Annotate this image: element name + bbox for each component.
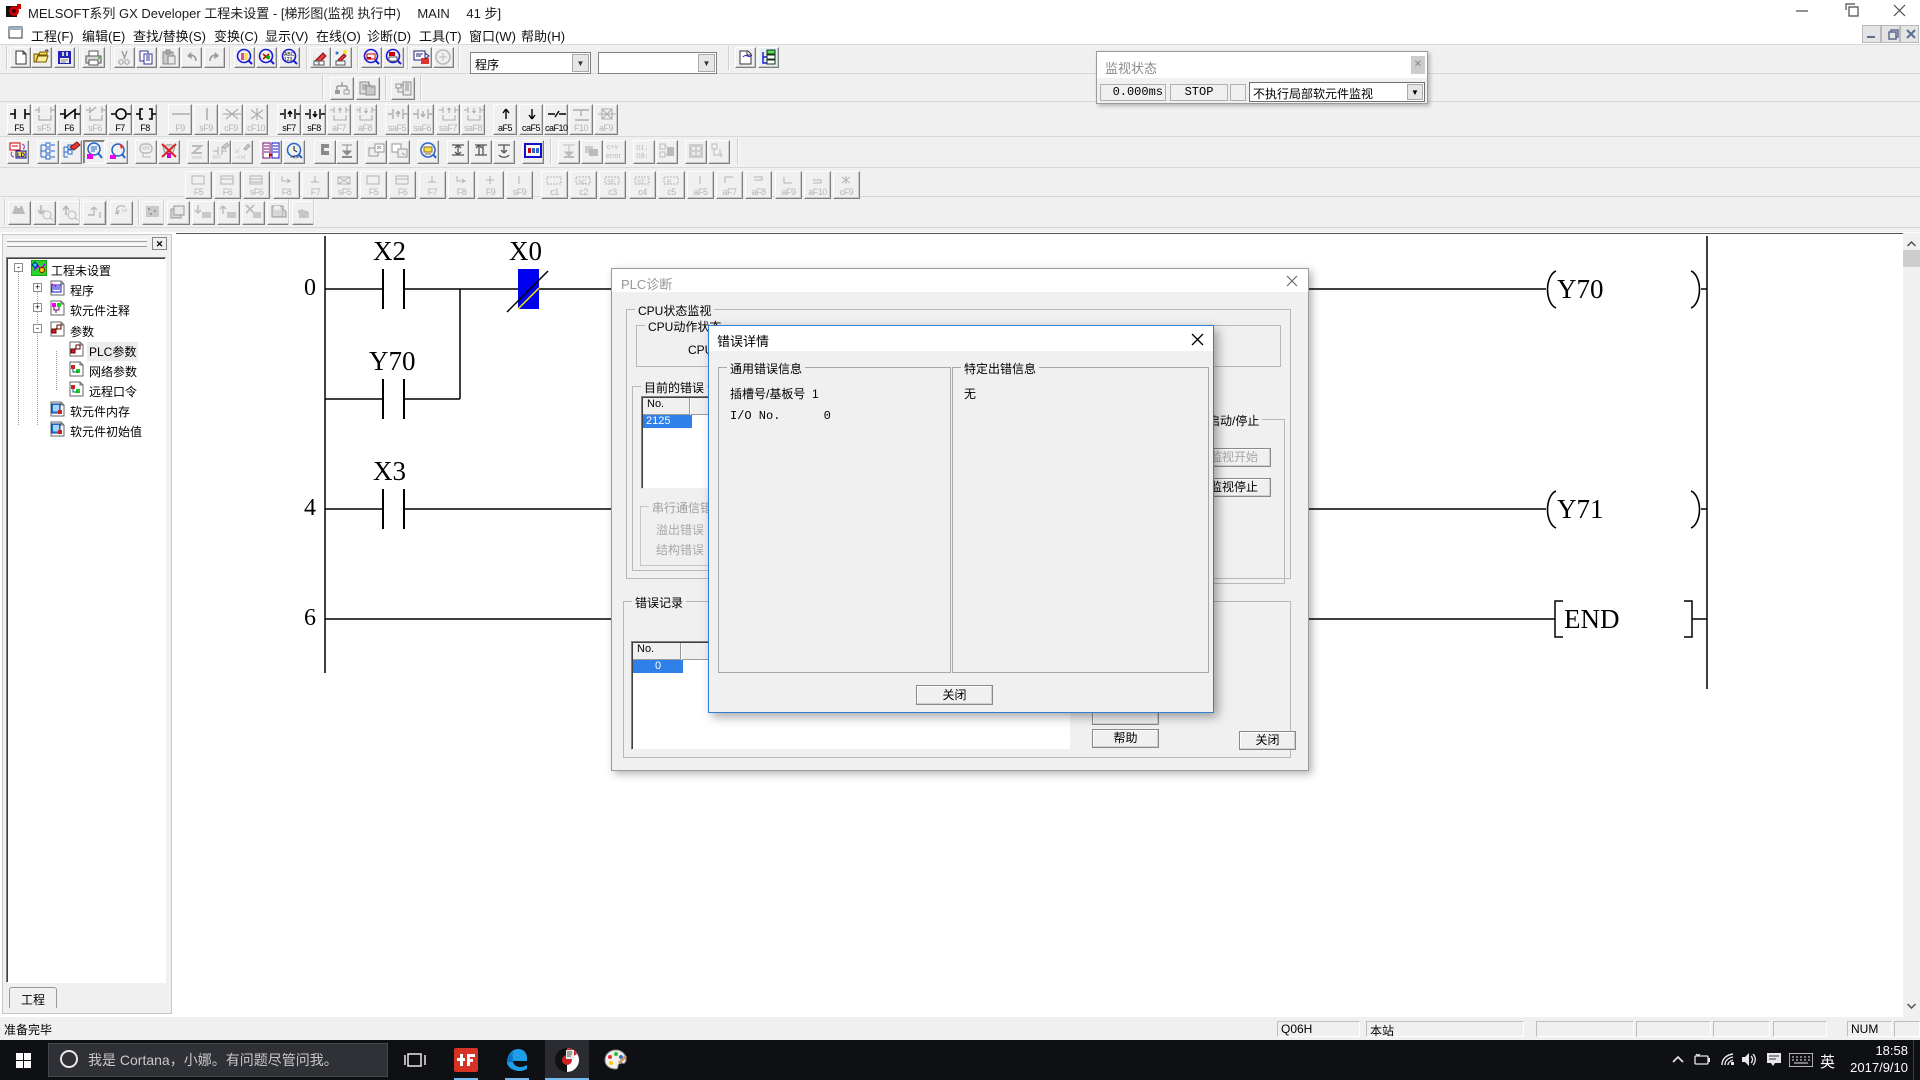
svg-text:ST: ST <box>637 180 645 186</box>
svg-text:SE: SE <box>607 180 615 186</box>
svg-text:R: R <box>667 180 672 186</box>
svg-text:-<>: -<> <box>290 155 300 161</box>
svg-text:LD: LD <box>17 153 26 159</box>
svg-text:S9↓: S9↓ <box>636 153 648 160</box>
svg-text:xxxx: xxxx <box>192 155 203 161</box>
svg-text:KH-: KH- <box>213 155 222 161</box>
svg-text:c+v: c+v <box>607 144 619 151</box>
svg-text:123: 123 <box>284 57 293 63</box>
svg-text:cn: cn <box>122 208 128 214</box>
svg-text:error: error <box>606 153 621 160</box>
svg-text:-<>|: -<>| <box>235 155 246 161</box>
svg-text:S1↓: S1↓ <box>636 145 648 152</box>
svg-text:SC: SC <box>578 180 587 186</box>
